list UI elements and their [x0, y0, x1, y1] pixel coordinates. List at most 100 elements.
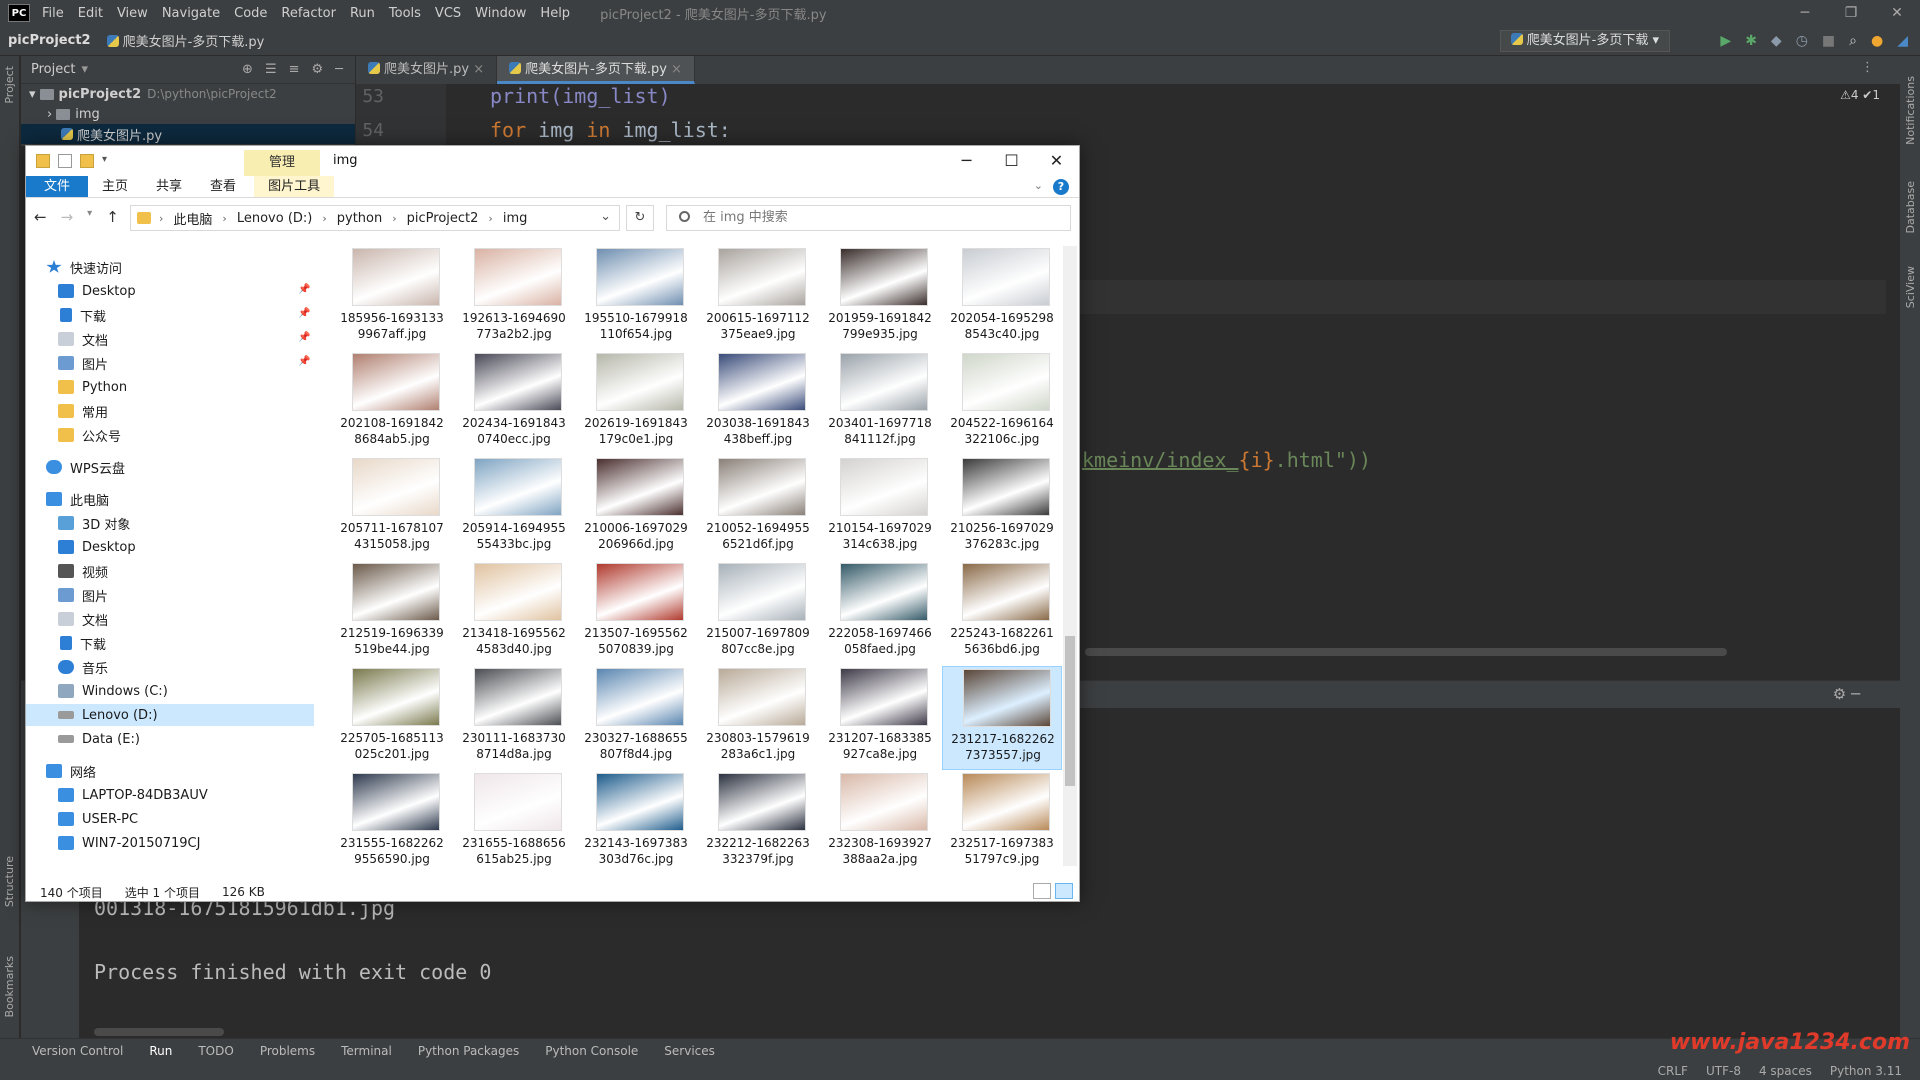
- nav-item-pc-pictures[interactable]: 图片: [58, 584, 108, 606]
- menu-refactor[interactable]: Refactor: [281, 6, 336, 21]
- file-tile[interactable]: 231217-16822627373557.jpg: [942, 666, 1062, 770]
- file-tile[interactable]: 231555-16822629556590.jpg: [332, 771, 452, 866]
- expand-ribbon-icon[interactable]: ⌄: [1034, 179, 1043, 195]
- inspection-badge[interactable]: ⚠4 ✔1: [1840, 88, 1880, 102]
- menu-file[interactable]: File: [42, 6, 64, 21]
- nav-item-desktop[interactable]: Desktop: [58, 280, 136, 302]
- code-line[interactable]: for img in img_list:: [490, 118, 731, 142]
- large-icons-view-icon[interactable]: [1055, 883, 1073, 899]
- breadcrumb-project[interactable]: picProject2: [407, 211, 479, 226]
- nav-item-drive-c[interactable]: Windows (C:): [58, 680, 168, 702]
- breadcrumb-python[interactable]: python: [337, 211, 382, 226]
- tool-run[interactable]: Run: [149, 1044, 172, 1058]
- menu-help[interactable]: Help: [540, 6, 570, 21]
- file-tile[interactable]: 210154-1697029314c638.jpg: [820, 456, 940, 560]
- file-tile[interactable]: 213418-16955624583d40.jpg: [454, 561, 574, 665]
- run-config-select[interactable]: 爬美女图片-多页下载 ▾: [1499, 30, 1670, 52]
- file-tile[interactable]: 215007-1697809807cc8e.jpg: [698, 561, 818, 665]
- file-tile[interactable]: 212519-1696339519be44.jpg: [332, 561, 452, 665]
- nav-item-python[interactable]: Python: [58, 376, 127, 398]
- close-icon[interactable]: ✕: [1874, 0, 1920, 26]
- menu-navigate[interactable]: Navigate: [162, 6, 220, 21]
- nav-item-drive-d[interactable]: Lenovo (D:): [26, 704, 314, 726]
- file-tile[interactable]: 213507-16955625070839.jpg: [576, 561, 696, 665]
- chevron-down-icon[interactable]: ⌄: [600, 209, 611, 224]
- menu-tools[interactable]: Tools: [389, 6, 421, 21]
- file-tile[interactable]: 192613-1694690773a2b2.jpg: [454, 246, 574, 350]
- nav-item-public[interactable]: 公众号: [58, 424, 121, 446]
- gear-icon[interactable]: ⚙ ─: [1833, 685, 1860, 703]
- details-view-icon[interactable]: [1033, 883, 1051, 899]
- file-tile[interactable]: 225243-16822615636bd6.jpg: [942, 561, 1062, 665]
- expand-all-icon[interactable]: ☰: [265, 62, 277, 77]
- breadcrumb-img[interactable]: img: [503, 211, 528, 226]
- status-indent[interactable]: 4 spaces: [1759, 1064, 1812, 1078]
- tool-terminal[interactable]: Terminal: [341, 1044, 392, 1058]
- sciview-tool-tab[interactable]: SciView: [1904, 266, 1917, 308]
- tree-root[interactable]: ▾ picProject2 D:\python\picProject2: [21, 84, 355, 104]
- help-icon[interactable]: ?: [1053, 179, 1069, 195]
- file-tile[interactable]: 232308-1693927388aa2a.jpg: [820, 771, 940, 866]
- nav-item-music[interactable]: 音乐: [58, 656, 108, 678]
- nav-wps-cloud[interactable]: WPS云盘: [46, 456, 125, 478]
- menu-code[interactable]: Code: [234, 6, 267, 21]
- file-grid-scrollbar[interactable]: [1063, 246, 1077, 866]
- nav-item-pc-downloads[interactable]: 下载: [58, 632, 106, 654]
- file-tile[interactable]: 185956-16931339967aff.jpg: [332, 246, 452, 350]
- file-tile[interactable]: 202619-1691843179c0e1.jpg: [576, 351, 696, 455]
- hide-icon[interactable]: ─: [335, 62, 343, 77]
- nav-quick-access[interactable]: 快速访问: [46, 256, 122, 278]
- nav-network-host[interactable]: USER-PC: [58, 808, 138, 830]
- menu-edit[interactable]: Edit: [78, 6, 103, 21]
- gear-icon[interactable]: ⚙: [312, 62, 324, 77]
- tool-version-control[interactable]: Version Control: [32, 1044, 123, 1058]
- pin-icon[interactable]: 📌: [298, 308, 310, 319]
- tool-python-console[interactable]: Python Console: [545, 1044, 638, 1058]
- restore-icon[interactable]: ❐: [1828, 0, 1874, 26]
- project-panel-title[interactable]: Project: [31, 62, 75, 77]
- file-tile[interactable]: 232143-1697383303d76c.jpg: [576, 771, 696, 866]
- file-tile[interactable]: 222058-1697466058faed.jpg: [820, 561, 940, 665]
- menu-run[interactable]: Run: [350, 6, 375, 21]
- nav-item-videos[interactable]: 视频: [58, 560, 108, 582]
- file-tile[interactable]: 231207-1683385927ca8e.jpg: [820, 666, 940, 770]
- file-tile[interactable]: 210006-1697029206966d.jpg: [576, 456, 696, 560]
- close-icon[interactable]: ✕: [1034, 146, 1079, 176]
- editor-tab-active[interactable]: 爬美女图片-多页下载.py ×: [497, 56, 695, 84]
- file-tile[interactable]: 205914-169495555433bc.jpg: [454, 456, 574, 560]
- more-icon[interactable]: ⋮: [1861, 60, 1874, 75]
- locate-icon[interactable]: ⊕: [242, 62, 253, 77]
- nav-item-3d[interactable]: 3D 对象: [58, 512, 130, 534]
- tree-item-py[interactable]: 爬美女图片.py: [21, 124, 355, 144]
- bookmarks-tool-tab[interactable]: Bookmarks: [3, 956, 16, 1017]
- ribbon-tab-picture-tools[interactable]: 图片工具: [254, 176, 335, 197]
- editor-tab[interactable]: 爬美女图片.py ×: [356, 56, 498, 84]
- database-tool-tab[interactable]: Database: [1904, 181, 1917, 234]
- console-hscrollbar[interactable]: [94, 1028, 224, 1036]
- chevron-down-icon[interactable]: ▾: [81, 62, 88, 77]
- maximize-icon[interactable]: ☐: [989, 146, 1034, 176]
- ribbon-tab-file[interactable]: 文件: [26, 176, 89, 197]
- close-icon[interactable]: ×: [671, 62, 682, 77]
- manage-context-tab[interactable]: 管理: [244, 150, 320, 176]
- file-tile[interactable]: 232517-169738351797c9.jpg: [942, 771, 1062, 866]
- stop-icon[interactable]: ■: [1822, 30, 1835, 52]
- status-line-sep[interactable]: CRLF: [1658, 1064, 1688, 1078]
- minimize-icon[interactable]: ─: [1782, 0, 1828, 26]
- ribbon-tab-view[interactable]: 查看: [196, 176, 250, 197]
- file-tile[interactable]: 204522-1696164322106c.jpg: [942, 351, 1062, 455]
- editor-hscrollbar[interactable]: [1085, 648, 1727, 656]
- new-folder-icon[interactable]: [80, 154, 94, 168]
- nav-item-downloads[interactable]: 下载: [58, 304, 106, 326]
- jetbrains-icon[interactable]: ◢: [1897, 30, 1908, 52]
- nav-current-file[interactable]: 爬美女图片-多页下载.py: [106, 31, 264, 50]
- menu-view[interactable]: View: [117, 6, 148, 21]
- search-icon[interactable]: ⌕: [1849, 30, 1857, 52]
- status-encoding[interactable]: UTF-8: [1706, 1064, 1741, 1078]
- ribbon-tab-home[interactable]: 主页: [88, 176, 142, 197]
- ribbon-tab-share[interactable]: 共享: [142, 176, 196, 197]
- code-line[interactable]: print(img_list): [490, 84, 671, 108]
- nav-item-documents[interactable]: 文档: [58, 328, 108, 350]
- nav-item-drive-e[interactable]: Data (E:): [58, 728, 140, 750]
- file-tile[interactable]: 205711-16781074315058.jpg: [332, 456, 452, 560]
